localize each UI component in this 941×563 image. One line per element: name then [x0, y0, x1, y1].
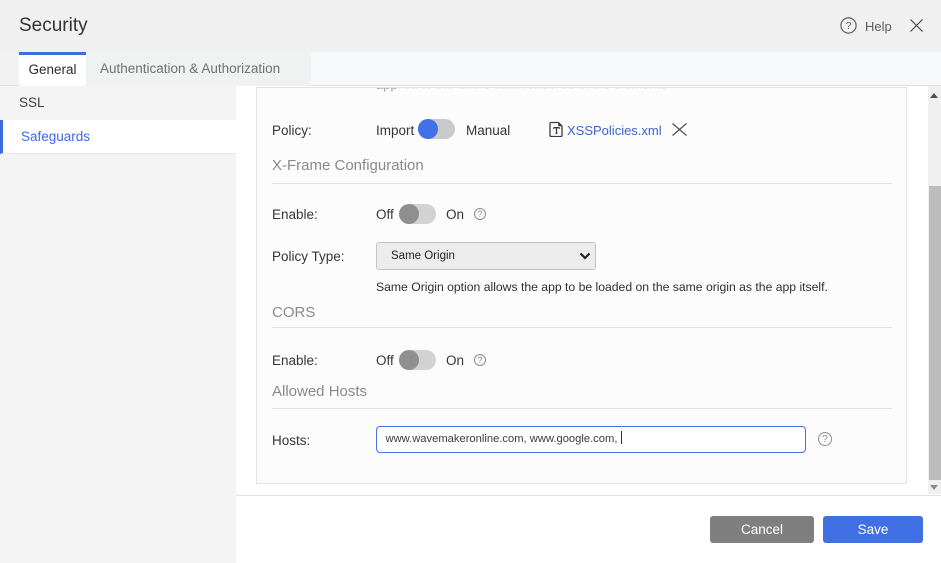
svg-text:?: ?	[846, 20, 852, 32]
